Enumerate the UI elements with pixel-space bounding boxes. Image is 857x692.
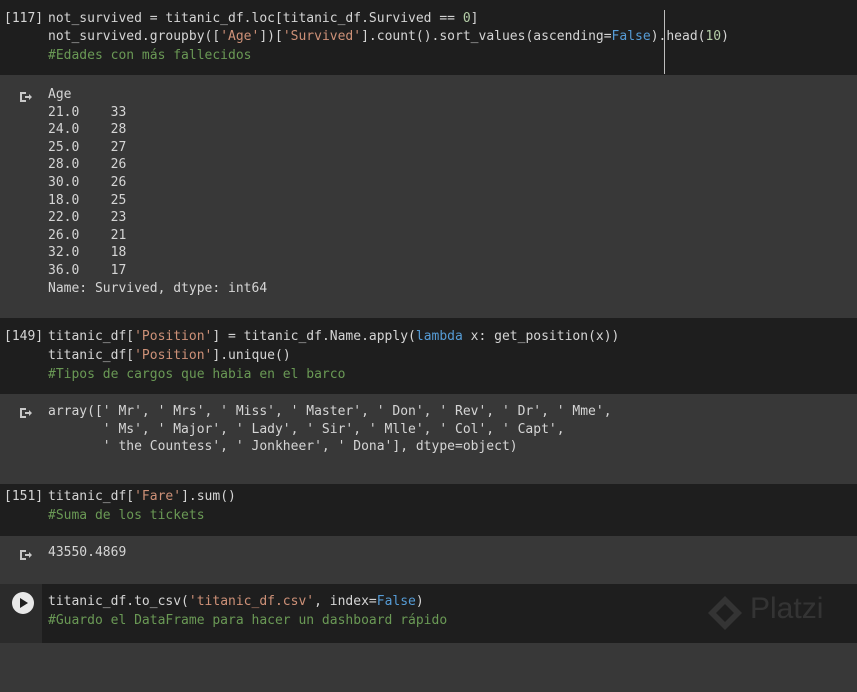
output-arrow-icon (20, 408, 32, 418)
output-arrow-icon (20, 92, 32, 102)
code-line[interactable]: not_survived.groupby(['Age'])['Survived'… (48, 28, 729, 46)
code-comment[interactable]: #Guardo el DataFrame para hacer un dashb… (48, 612, 447, 630)
code-token: not_survived = titanic_df.loc[titanic_df… (48, 11, 463, 26)
execution-count: [151] (4, 489, 44, 504)
code-token-str: 'Position' (134, 348, 213, 363)
cell-output: 43550.4869 (48, 545, 127, 560)
code-line[interactable]: titanic_df.to_csv('titanic_df.csv', inde… (48, 593, 424, 611)
output-area-117: Age 21.0 33 24.0 28 25.0 27 28.0 26 30.0… (0, 75, 857, 318)
code-token: ].count().sort_values(ascending= (361, 29, 612, 44)
platzi-logo-icon (708, 596, 742, 630)
code-token: titanic_df.to_csv( (48, 594, 189, 609)
execution-count: [149] (4, 329, 44, 344)
code-token-kw: lambda (415, 329, 463, 344)
play-icon[interactable] (12, 592, 34, 614)
code-comment[interactable]: #Tipos de cargos que habia en el barco (48, 366, 345, 384)
code-token-str: 'Survived' (282, 29, 362, 44)
code-token: ])[ (259, 29, 283, 44)
code-token: ] (470, 11, 479, 26)
code-token: ) (415, 594, 424, 609)
code-token: ) (721, 29, 729, 44)
watermark-text: Platzi (750, 592, 824, 625)
code-line[interactable]: titanic_df['Fare'].sum() (48, 488, 236, 506)
code-comment[interactable]: #Edades con más fallecidos (48, 47, 252, 65)
code-token: , index= (314, 594, 377, 609)
code-token-cmt: #Edades con más fallecidos (48, 48, 252, 63)
code-token: ).head( (650, 29, 706, 44)
code-token-cmt: #Tipos de cargos que habia en el barco (48, 367, 346, 382)
code-token: titanic_df[ (48, 329, 135, 344)
output-arrow-icon (20, 550, 32, 560)
code-token: not_survived.groupby([ (48, 29, 221, 44)
code-token: ] = titanic_df.Name.apply( (212, 329, 416, 344)
code-line[interactable]: titanic_df['Position'].unique() (48, 347, 291, 365)
code-token: x: get_position(x)) (462, 329, 620, 344)
code-token-cmt: #Suma de los tickets (48, 508, 205, 523)
code-line[interactable]: titanic_df['Position'] = titanic_df.Name… (48, 328, 619, 346)
code-token: ].unique() (212, 348, 291, 363)
text-cursor (664, 10, 665, 74)
code-token-str: 'Position' (134, 329, 213, 344)
cell-output: array([' Mr', ' Mrs', ' Miss', ' Master'… (48, 404, 612, 455)
code-token: titanic_df[ (48, 489, 135, 504)
code-cell-149[interactable]: [149] titanic_df['Position'] = titanic_d… (0, 318, 857, 394)
cell-output: Age 21.0 33 24.0 28 25.0 27 28.0 26 30.0… (48, 87, 268, 296)
code-comment[interactable]: #Suma de los tickets (48, 507, 205, 525)
code-token: ].sum() (181, 489, 236, 504)
code-token-cmt: #Guardo el DataFrame para hacer un dashb… (48, 613, 448, 628)
code-token: titanic_df[ (48, 348, 135, 363)
code-cell-151[interactable]: [151] titanic_df['Fare'].sum() #Suma de … (0, 484, 857, 536)
code-token-str: 'titanic_df.csv' (188, 594, 315, 609)
code-token-kw: False (376, 594, 416, 609)
output-area-149: array([' Mr', ' Mrs', ' Miss', ' Master'… (0, 394, 857, 484)
code-token-str: 'Age' (220, 29, 260, 44)
code-line[interactable]: not_survived = titanic_df.loc[titanic_df… (48, 10, 478, 28)
code-cell-117[interactable]: [117] not_survived = titanic_df.loc[tita… (0, 0, 857, 75)
output-area-151: 43550.4869 (0, 536, 857, 584)
code-token-kw: False (611, 29, 651, 44)
code-token-num: 10 (705, 29, 722, 44)
code-token-num: 0 (462, 11, 471, 26)
platzi-watermark: Platzi (706, 590, 857, 634)
code-token-str: 'Fare' (134, 489, 182, 504)
execution-count: [117] (4, 11, 44, 26)
